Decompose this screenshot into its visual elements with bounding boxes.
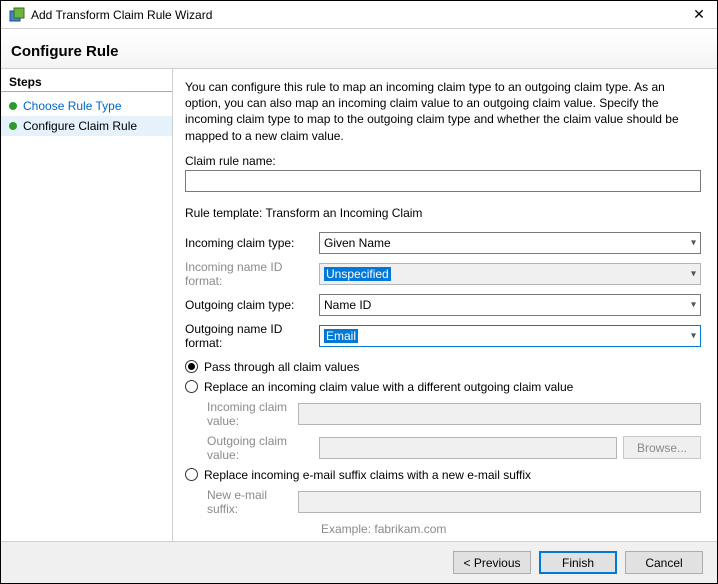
steps-sidebar: Steps Choose Rule Type Configure Claim R…: [1, 69, 173, 577]
close-icon[interactable]: ✕: [689, 6, 709, 23]
incoming-name-id-format-label: Incoming name ID format:: [185, 260, 319, 288]
radio-replace-value[interactable]: Replace an incoming claim value with a d…: [185, 380, 701, 394]
step-bullet-icon: [9, 122, 17, 130]
outgoing-name-id-format-label: Outgoing name ID format:: [185, 322, 319, 350]
page-title: Configure Rule: [1, 29, 717, 69]
steps-header: Steps: [1, 69, 172, 92]
outgoing-claim-value-input: [319, 437, 617, 459]
window-title: Add Transform Claim Rule Wizard: [31, 8, 689, 22]
claim-value-options: Pass through all claim values Replace an…: [185, 360, 701, 536]
radio-icon: [185, 380, 198, 393]
combo-value: Unspecified: [324, 267, 391, 281]
claim-rule-name-input[interactable]: [185, 170, 701, 192]
radio-replace-suffix[interactable]: Replace incoming e-mail suffix claims wi…: [185, 468, 701, 482]
incoming-claim-type-combo[interactable]: Given Name ▾: [319, 232, 701, 254]
outgoing-claim-type-label: Outgoing claim type:: [185, 298, 319, 312]
step-choose-rule-type[interactable]: Choose Rule Type: [1, 96, 172, 116]
outgoing-name-id-format-combo[interactable]: Email ▾: [319, 325, 701, 347]
content-panel: You can configure this rule to map an in…: [173, 69, 717, 577]
combo-value: Given Name: [324, 236, 391, 250]
incoming-name-id-format-combo: Unspecified ▾: [319, 263, 701, 285]
new-email-suffix-input: [298, 491, 701, 513]
description-text: You can configure this rule to map an in…: [185, 79, 701, 144]
radio-label: Replace an incoming claim value with a d…: [204, 380, 573, 394]
chevron-down-icon: ▾: [691, 237, 696, 248]
radio-pass-through[interactable]: Pass through all claim values: [185, 360, 701, 374]
chevron-down-icon: ▾: [691, 330, 696, 341]
chevron-down-icon: ▾: [691, 299, 696, 310]
replace-suffix-sub: New e-mail suffix: Example: fabrikam.com: [207, 488, 701, 536]
combo-value: Name ID: [324, 298, 371, 312]
claim-rule-name-label: Claim rule name:: [185, 154, 701, 168]
browse-button: Browse...: [623, 436, 701, 459]
combo-value: Email: [324, 329, 358, 343]
radio-label: Replace incoming e-mail suffix claims wi…: [204, 468, 531, 482]
new-email-suffix-label: New e-mail suffix:: [207, 488, 298, 516]
incoming-claim-value-input: [298, 403, 701, 425]
step-bullet-icon: [9, 102, 17, 110]
finish-button[interactable]: Finish: [539, 551, 617, 574]
rule-template-text: Rule template: Transform an Incoming Cla…: [185, 206, 701, 220]
replace-value-sub: Incoming claim value: Outgoing claim val…: [207, 400, 701, 462]
radio-icon: [185, 468, 198, 481]
step-label: Configure Claim Rule: [23, 119, 137, 133]
incoming-claim-type-label: Incoming claim type:: [185, 236, 319, 250]
chevron-down-icon: ▾: [691, 268, 696, 279]
outgoing-claim-value-label: Outgoing claim value:: [207, 434, 319, 462]
incoming-claim-value-label: Incoming claim value:: [207, 400, 298, 428]
step-label: Choose Rule Type: [23, 99, 122, 113]
title-bar: Add Transform Claim Rule Wizard ✕: [1, 1, 717, 29]
cancel-button[interactable]: Cancel: [625, 551, 703, 574]
previous-button[interactable]: < Previous: [453, 551, 531, 574]
outgoing-claim-type-combo[interactable]: Name ID ▾: [319, 294, 701, 316]
radio-label: Pass through all claim values: [204, 360, 359, 374]
radio-icon: [185, 360, 198, 373]
step-configure-claim-rule[interactable]: Configure Claim Rule: [1, 116, 172, 136]
main-area: Steps Choose Rule Type Configure Claim R…: [1, 69, 717, 577]
suffix-example-hint: Example: fabrikam.com: [321, 522, 701, 536]
wizard-footer: < Previous Finish Cancel: [1, 541, 717, 583]
app-icon: [9, 7, 25, 23]
